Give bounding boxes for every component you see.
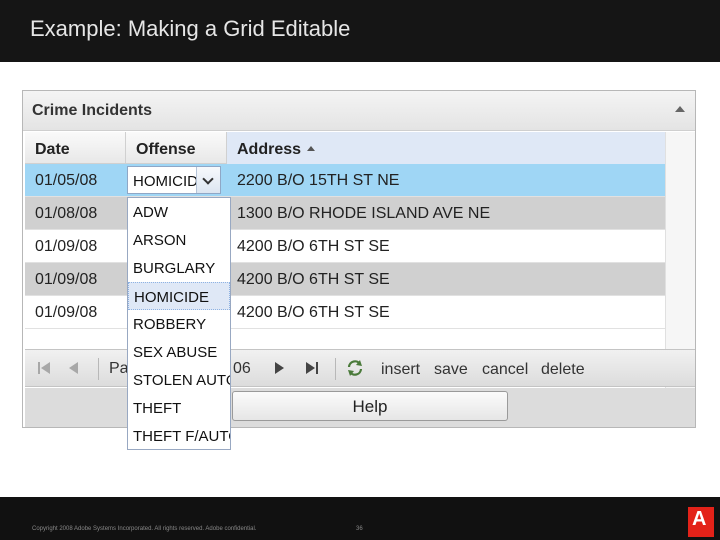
next-page-icon[interactable] xyxy=(274,361,286,378)
offense-combo-editor[interactable]: HOMICIDE xyxy=(127,166,221,194)
page-number: 36 xyxy=(356,526,363,532)
table-row[interactable]: 01/08/08 1300 B/O RHODE ISLAND AVE NE xyxy=(25,197,665,230)
refresh-icon[interactable] xyxy=(345,358,365,381)
cell-date[interactable]: 01/09/08 xyxy=(25,230,126,262)
dropdown-option[interactable]: SEX ABUSE xyxy=(128,338,230,366)
column-header-address[interactable]: Address xyxy=(227,132,665,164)
cell-address[interactable]: 4200 B/O 6TH ST SE xyxy=(227,263,665,295)
slide-header: Example: Making a Grid Editable xyxy=(0,0,720,62)
combo-trigger-button[interactable] xyxy=(196,167,220,193)
table-row[interactable]: 01/09/08 4200 B/O 6TH ST SE xyxy=(25,296,665,329)
table-row[interactable]: 01/09/08 4200 B/O 6TH ST SE xyxy=(25,230,665,263)
help-button[interactable]: Help xyxy=(232,391,508,421)
incidents-grid: Date Offense Address 01/05/08 2200 B/O 1… xyxy=(25,132,665,329)
dropdown-option[interactable]: STOLEN AUTO xyxy=(128,366,230,394)
slide-title: Example: Making a Grid Editable xyxy=(30,16,351,41)
previous-page-icon[interactable] xyxy=(67,361,79,378)
dropdown-option[interactable]: BURGLARY xyxy=(128,254,230,282)
first-page-icon[interactable] xyxy=(37,361,51,378)
panel-header: Crime Incidents xyxy=(23,91,695,131)
dropdown-option[interactable]: ROBBERY xyxy=(128,310,230,338)
grid-header: Date Offense Address xyxy=(25,132,665,164)
collapse-up-icon[interactable] xyxy=(675,106,685,112)
save-button[interactable]: save xyxy=(434,361,468,379)
toolbar-separator xyxy=(335,358,336,380)
column-header-date[interactable]: Date xyxy=(25,132,126,164)
toolbar-separator xyxy=(98,358,99,380)
adobe-logo: A xyxy=(688,507,714,537)
insert-button[interactable]: insert xyxy=(381,361,420,379)
dropdown-option-highlighted[interactable]: HOMICIDE xyxy=(128,282,230,310)
last-page-icon[interactable] xyxy=(305,361,319,378)
column-header-offense[interactable]: Offense xyxy=(126,132,227,164)
panel-title: Crime Incidents xyxy=(32,102,153,119)
chevron-down-icon xyxy=(202,173,214,185)
cell-address[interactable]: 4200 B/O 6TH ST SE xyxy=(227,230,665,262)
cell-date[interactable]: 01/09/08 xyxy=(25,296,126,328)
crime-incidents-panel: Crime Incidents Date Offense Address 01/… xyxy=(22,90,696,428)
cancel-button[interactable]: cancel xyxy=(482,361,528,379)
delete-button[interactable]: delete xyxy=(541,361,585,379)
page-label: Pa xyxy=(109,360,129,377)
cell-date[interactable]: 01/08/08 xyxy=(25,197,126,229)
cell-address[interactable]: 1300 B/O RHODE ISLAND AVE NE xyxy=(227,197,665,229)
cell-date[interactable]: 01/09/08 xyxy=(25,263,126,295)
paging-toolbar: Pa 06 insert save cancel delete xyxy=(25,349,695,387)
cell-date[interactable]: 01/05/08 xyxy=(25,164,126,196)
dropdown-option[interactable]: ADW xyxy=(128,198,230,226)
dropdown-option[interactable]: THEFT xyxy=(128,394,230,422)
button-area: Help xyxy=(25,388,695,427)
sort-ascending-icon xyxy=(307,146,316,151)
cell-address[interactable]: 2200 B/O 15TH ST NE xyxy=(227,164,665,196)
table-row[interactable]: 01/05/08 2200 B/O 15TH ST NE xyxy=(25,164,665,197)
slide-footer: Copyright 2008 Adobe Systems Incorporate… xyxy=(0,497,720,540)
dropdown-option[interactable]: THEFT F/AUTO xyxy=(128,422,230,449)
page-count: 06 xyxy=(233,360,251,377)
table-row[interactable]: 01/09/08 4200 B/O 6TH ST SE xyxy=(25,263,665,296)
offense-dropdown-list: ADW ARSON BURGLARY HOMICIDE ROBBERY SEX … xyxy=(127,197,231,450)
dropdown-option[interactable]: ARSON xyxy=(128,226,230,254)
copyright-text: Copyright 2008 Adobe Systems Incorporate… xyxy=(32,526,257,532)
offense-combo-value[interactable]: HOMICIDE xyxy=(133,173,197,190)
cell-address[interactable]: 4200 B/O 6TH ST SE xyxy=(227,296,665,328)
